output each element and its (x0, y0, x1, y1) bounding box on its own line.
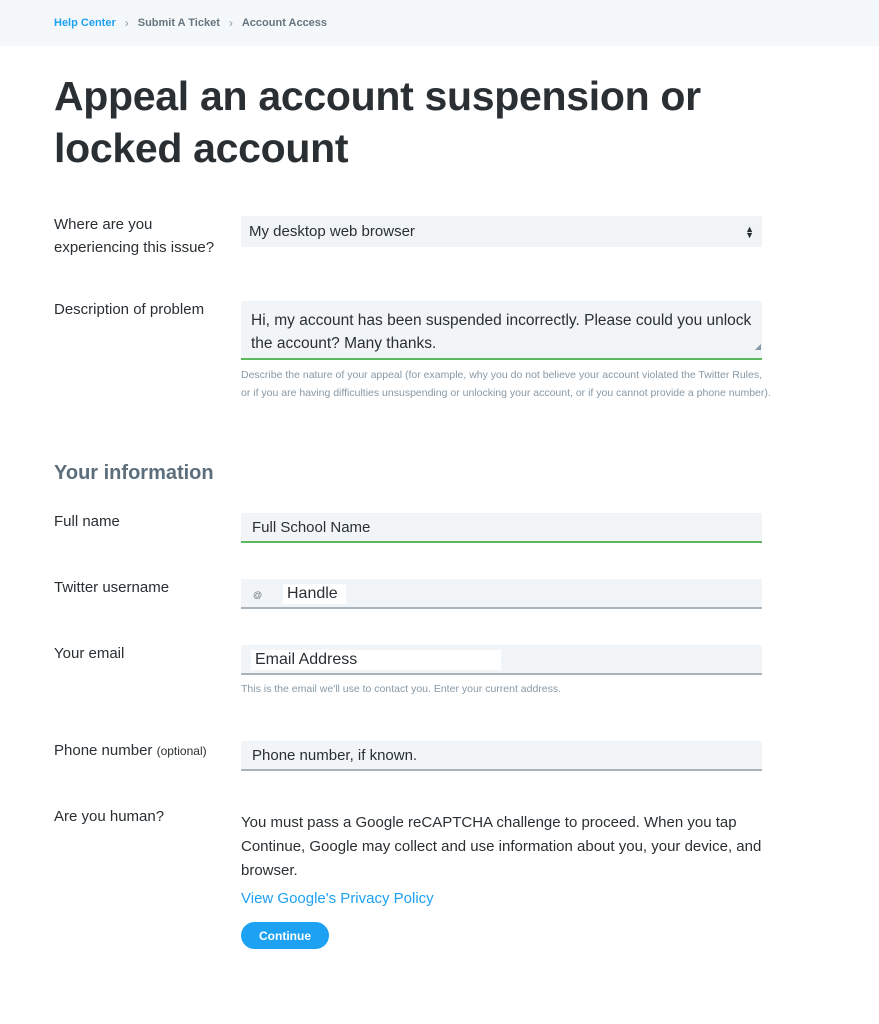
chevron-right-icon: › (228, 16, 233, 30)
privacy-policy-link[interactable]: View Google's Privacy Policy (241, 890, 434, 907)
phone-value: Phone number, if known. (252, 747, 418, 764)
location-label: Where are you experiencing this issue? (54, 216, 215, 256)
page-title: Appeal an account suspension or locked a… (54, 73, 701, 171)
resize-handle-icon[interactable]: ◢ (755, 335, 761, 358)
description-label: Description of problem (54, 301, 205, 318)
section-title: Your information (54, 462, 214, 484)
breadcrumb-account-access: Account Access (241, 17, 328, 29)
phone-label-text: Phone number (54, 742, 153, 759)
continue-button[interactable]: Continue (241, 922, 329, 949)
email-help: This is the email we'll use to contact y… (241, 683, 562, 695)
human-label: Are you human? (54, 808, 165, 825)
username-label: Twitter username (54, 579, 170, 596)
full-name-value: Full School Name (252, 519, 371, 536)
email-label: Your email (54, 645, 125, 662)
username-input[interactable]: @ Handle (241, 579, 762, 609)
full-name-input[interactable]: Full School Name (241, 513, 762, 543)
email-input[interactable]: Email Address (241, 645, 762, 675)
at-sign-icon: @ (253, 590, 263, 600)
full-name-label: Full name (54, 513, 120, 530)
email-value: Email Address (251, 650, 501, 670)
breadcrumb: Help Center › Submit A Ticket › Account … (0, 0, 879, 46)
location-selected-value: My desktop web browser (249, 223, 415, 240)
description-value: Hi, my account has been suspended incorr… (251, 312, 752, 352)
recaptcha-notice: You must pass a Google reCAPTCHA challen… (241, 814, 762, 879)
location-select[interactable]: My desktop web browser ▲ ▼ (241, 216, 762, 247)
breadcrumb-help-center[interactable]: Help Center (54, 17, 116, 29)
chevron-right-icon: › (124, 16, 129, 30)
description-help: Describe the nature of your appeal (for … (241, 369, 771, 399)
username-value: Handle (283, 584, 346, 604)
select-arrows-icon: ▲ ▼ (745, 223, 754, 240)
optional-tag: (optional) (156, 744, 207, 758)
phone-input[interactable]: Phone number, if known. (241, 741, 762, 771)
breadcrumb-submit-ticket[interactable]: Submit A Ticket (138, 17, 220, 29)
phone-label: Phone number (optional) (54, 739, 207, 763)
description-textarea[interactable]: Hi, my account has been suspended incorr… (241, 301, 762, 360)
